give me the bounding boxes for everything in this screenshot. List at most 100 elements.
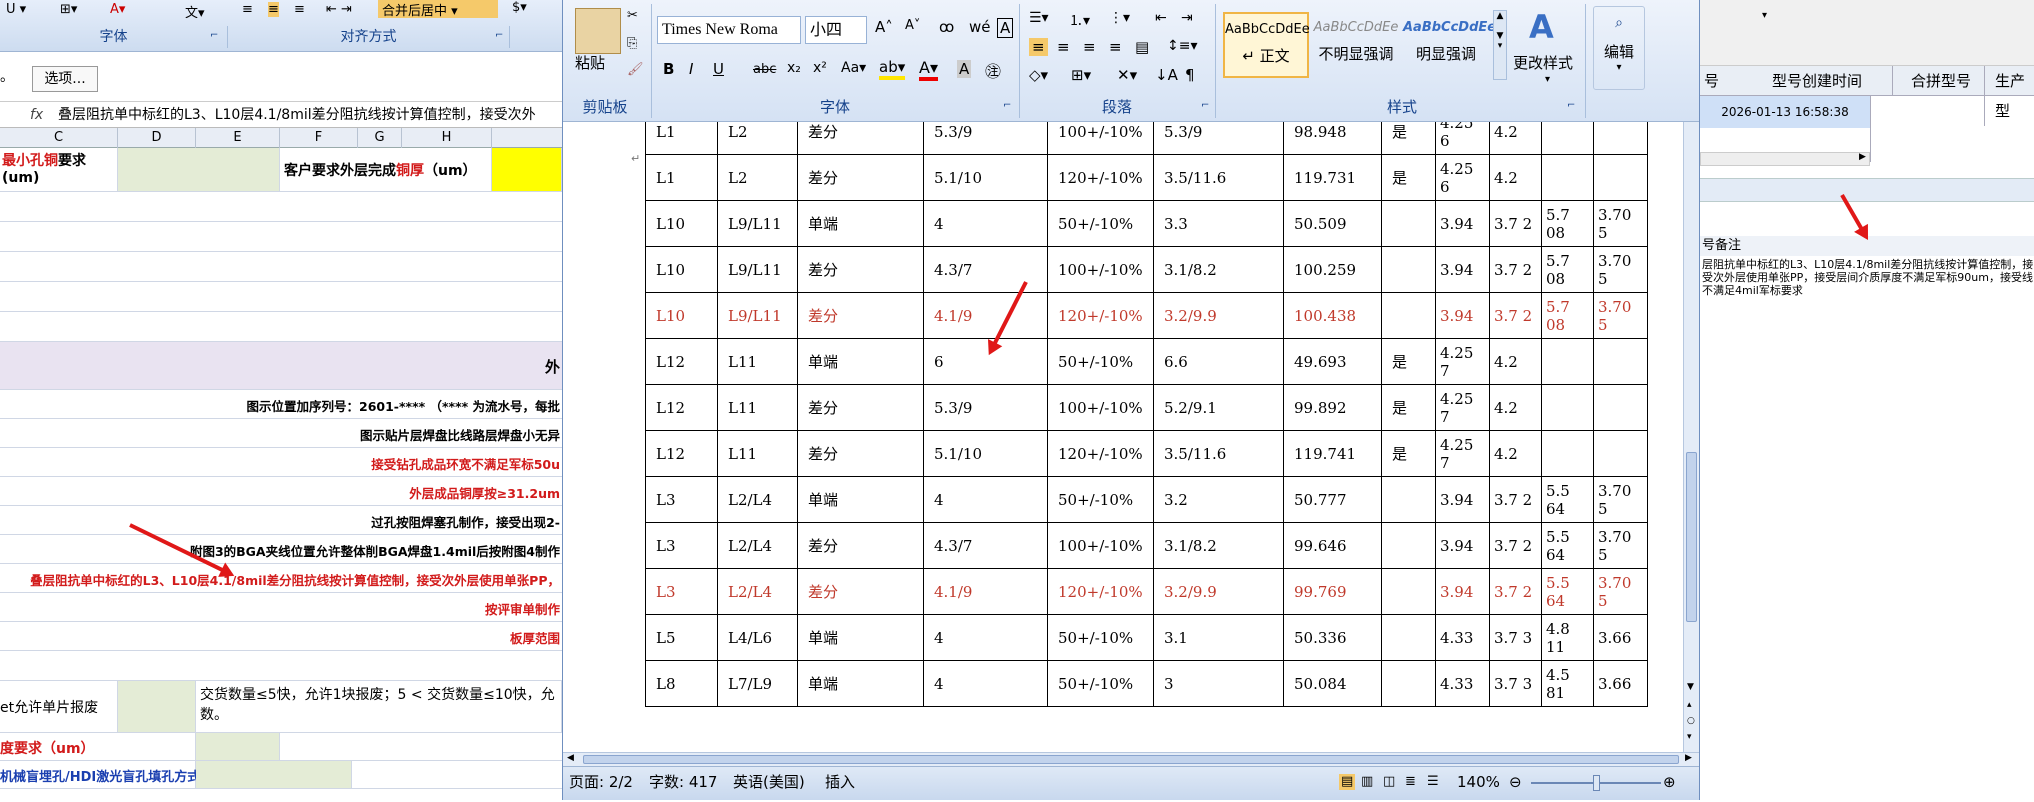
- borders-icon[interactable]: ⊞▾: [1071, 66, 1091, 84]
- hole-fill-value[interactable]: [196, 761, 352, 788]
- table-row[interactable]: L1 L2 差分 5.3/9 100+/-10% 5.3/9 98.948 是 4.25 6 4.…: [645, 122, 1648, 155]
- insert-mode[interactable]: 插入: [825, 767, 855, 797]
- table-cell[interactable]: L10: [645, 200, 718, 247]
- table-cell[interactable]: L3: [645, 568, 718, 615]
- styles-dialog-launcher-icon[interactable]: ⌐: [1567, 100, 1575, 111]
- document-area[interactable]: ↵ L1 L2 差分 5.3/9 100+/-10% 5.3/9 98.948 是 4.25 6…: [563, 122, 1683, 752]
- grow-font-icon[interactable]: A˄: [875, 18, 893, 36]
- table-cell[interactable]: 单端: [797, 338, 924, 385]
- table-cell[interactable]: 是: [1381, 338, 1436, 385]
- table-cell[interactable]: 5.1/10: [923, 430, 1048, 477]
- formula-input[interactable]: 叠层阻抗单中标红的L3、L10层4.1/8mil差分阻抗线按计算值控制，接受次外: [58, 102, 536, 127]
- phonetic-guide-icon[interactable]: wé: [969, 18, 991, 36]
- table-cell[interactable]: [1381, 200, 1436, 247]
- underline-icon[interactable]: U ▾: [6, 2, 26, 17]
- align-center-icon[interactable]: ≡: [268, 2, 279, 17]
- min-hole-copper-value[interactable]: [118, 148, 280, 191]
- table-cell[interactable]: 差分: [797, 568, 924, 615]
- table-cell[interactable]: [1541, 154, 1594, 201]
- table-cell[interactable]: 3.5/11.6: [1153, 430, 1284, 477]
- zoom-out-icon[interactable]: ⊖: [1509, 767, 1522, 797]
- clear-format-icon[interactable]: ꝏ: [939, 18, 954, 36]
- strikethrough-icon[interactable]: abc: [753, 62, 776, 77]
- table-cell[interactable]: L9/L11: [717, 246, 798, 293]
- table-row[interactable]: L8 L7/L9 单端 4 50+/-10% 3 50.084 4.33 3.7 3 4.5 81…: [645, 660, 1648, 707]
- table-cell[interactable]: 50+/-10%: [1047, 614, 1154, 661]
- table-cell[interactable]: L12: [645, 384, 718, 431]
- paste-button[interactable]: 粘贴: [575, 52, 605, 73]
- col-header-h[interactable]: H: [402, 128, 492, 148]
- table-cell[interactable]: 99.769: [1283, 568, 1382, 615]
- table-cell[interactable]: 5.5 64: [1541, 568, 1594, 615]
- outer-copper-label[interactable]: 客户要求外层完成铜厚（um）: [280, 148, 492, 191]
- table-cell[interactable]: 4: [923, 660, 1048, 707]
- table-cell[interactable]: [1541, 430, 1594, 477]
- char-border-icon[interactable]: A: [997, 18, 1014, 38]
- underline-icon[interactable]: U: [713, 60, 724, 78]
- table-cell[interactable]: 单端: [797, 200, 924, 247]
- table-cell[interactable]: 差分: [797, 292, 924, 339]
- table-cell[interactable]: 3.7 2: [1489, 292, 1542, 339]
- table-cell[interactable]: 50.084: [1283, 660, 1382, 707]
- table-cell[interactable]: L10: [645, 246, 718, 293]
- table-row[interactable]: L12 L11 单端 6 50+/-10% 6.6 49.693 是 4.25 7 4.2: [645, 338, 1648, 385]
- fx-icon[interactable]: fx: [30, 102, 43, 127]
- table-cell[interactable]: L3: [645, 522, 718, 569]
- font-dialog-launcher-icon[interactable]: ⌐: [1003, 100, 1011, 111]
- change-case-icon[interactable]: Aa▾: [841, 60, 866, 76]
- table-cell[interactable]: 4.25 6: [1435, 122, 1490, 155]
- table-cell[interactable]: 3.2/9.9: [1153, 568, 1284, 615]
- hole-fill-label[interactable]: 机械盲埋孔/HDI激光盲孔填孔方式: [0, 761, 200, 788]
- zoom-in-icon[interactable]: ⊕: [1663, 767, 1676, 797]
- enclose-char-icon[interactable]: ㊟: [985, 58, 1001, 82]
- table-cell[interactable]: 是: [1381, 154, 1436, 201]
- copy-icon[interactable]: ⎘: [627, 36, 637, 51]
- table-cell[interactable]: 100+/-10%: [1047, 522, 1154, 569]
- paste-icon[interactable]: [575, 8, 621, 54]
- line-spacing-icon[interactable]: ↕≡▾: [1167, 38, 1198, 54]
- table-cell[interactable]: 5.7 08: [1541, 292, 1594, 339]
- header-created-time[interactable]: 型号创建时间: [1772, 66, 1862, 96]
- table-cell[interactable]: [1381, 246, 1436, 293]
- table-cell[interactable]: 4.25 7: [1435, 338, 1490, 385]
- table-row[interactable]: L12 L11 差分 5.1/10 120+/-10% 3.5/11.6 119.741 是 4…: [645, 430, 1648, 477]
- scroll-right-icon[interactable]: ▶: [1685, 753, 1692, 763]
- allow-scrap-label[interactable]: et允许单片报废: [0, 681, 118, 732]
- increase-indent-icon[interactable]: ⇥: [1181, 10, 1193, 26]
- format-painter-icon[interactable]: 🖌: [627, 62, 644, 77]
- grid-row[interactable]: 按评审单制作: [0, 593, 562, 622]
- superscript-icon[interactable]: x²: [813, 60, 827, 76]
- table-cell[interactable]: 4.2: [1489, 430, 1542, 477]
- print-layout-icon[interactable]: ▤: [1339, 774, 1356, 790]
- table-cell[interactable]: 单端: [797, 476, 924, 523]
- grid-row[interactable]: 图示贴片层焊盘比线路层焊盘小无异: [0, 419, 562, 448]
- table-cell[interactable]: 5.1/10: [923, 154, 1048, 201]
- shrink-font-icon[interactable]: A˅: [905, 18, 920, 33]
- grid-row[interactable]: 板厚范围: [0, 622, 562, 651]
- excel-grid[interactable]: 最小孔铜要求 (um) 客户要求外层完成铜厚（um） 外 图示位置加序列号：26…: [0, 148, 562, 802]
- thickness-label[interactable]: 度要求（um）: [0, 733, 196, 760]
- table-row[interactable]: L3 L2/L4 差分 4.1/9 120+/-10% 3.2/9.9 99.769 3.94…: [645, 568, 1648, 615]
- change-styles-icon[interactable]: A: [1529, 8, 1554, 46]
- table-cell[interactable]: L1: [645, 154, 718, 201]
- align-left-icon[interactable]: ≡: [242, 2, 253, 17]
- paragraph-dialog-launcher-icon[interactable]: ⌐: [1201, 100, 1209, 111]
- table-cell[interactable]: 119.731: [1283, 154, 1382, 201]
- subscript-icon[interactable]: x₂: [787, 60, 801, 76]
- table-cell[interactable]: 是: [1381, 384, 1436, 431]
- table-cell[interactable]: 4.25 7: [1435, 384, 1490, 431]
- italic-icon[interactable]: I: [689, 60, 693, 78]
- table-cell[interactable]: 差分: [797, 154, 924, 201]
- table-cell[interactable]: 119.741: [1283, 430, 1382, 477]
- char-shading-icon[interactable]: A: [957, 60, 972, 78]
- table-cell[interactable]: 3.1/8.2: [1153, 246, 1284, 293]
- table-cell[interactable]: [1381, 292, 1436, 339]
- table-cell[interactable]: 99.892: [1283, 384, 1382, 431]
- table-cell[interactable]: 3.7 2: [1489, 522, 1542, 569]
- table-cell[interactable]: 4: [923, 614, 1048, 661]
- table-cell[interactable]: 是: [1381, 122, 1436, 155]
- table-cell[interactable]: 3.7 3: [1489, 614, 1542, 661]
- header-col-1[interactable]: 号: [1704, 66, 1719, 96]
- distributed-icon[interactable]: ▤: [1135, 38, 1149, 56]
- web-layout-icon[interactable]: ◫: [1383, 767, 1395, 797]
